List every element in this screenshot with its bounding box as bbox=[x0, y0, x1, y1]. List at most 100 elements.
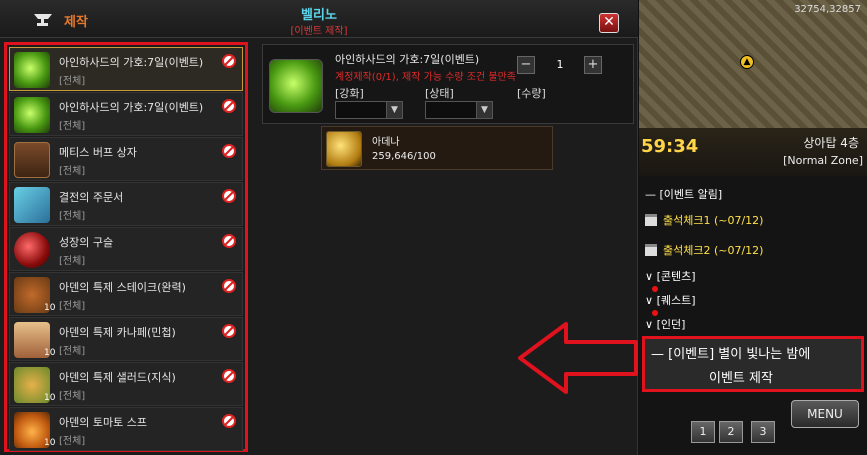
enhance-label: [강화] bbox=[335, 87, 364, 100]
detail-item-name: 아인하사드의 가호:7일(이벤트) bbox=[335, 53, 480, 66]
zone-name: 상아탑 4층 bbox=[803, 136, 859, 150]
list-item[interactable]: 성장의 구슬 [전체] bbox=[9, 227, 243, 271]
section-content[interactable]: ∨ [콘텐츠] bbox=[645, 268, 696, 284]
player-marker-icon: ▲ bbox=[740, 55, 754, 69]
minimap-coords: 32754,32857 bbox=[794, 4, 861, 15]
event-banner-title: — [이벤트] 별이 빛나는 밤에 bbox=[651, 347, 811, 362]
event-item-label: 출석체크2 (~07/12) bbox=[663, 244, 764, 257]
page-button-2[interactable]: 2 bbox=[719, 421, 743, 443]
list-item[interactable]: 아인하사드의 가호:7일(이벤트) [전체] bbox=[9, 47, 243, 91]
item-count: 10 bbox=[44, 348, 56, 358]
gold-coins-icon bbox=[326, 131, 362, 167]
item-name: 아덴의 특제 카나페(민첩) bbox=[59, 326, 176, 339]
section-label: [콘텐츠] bbox=[656, 270, 696, 283]
list-item[interactable]: 메티스 버프 상자 [전체] bbox=[9, 137, 243, 181]
zone-info: 59:34 상아탑 4층 [Normal Zone] bbox=[639, 128, 867, 176]
calendar-icon bbox=[645, 214, 657, 226]
item-count: 10 bbox=[44, 303, 56, 313]
calendar-icon bbox=[645, 244, 657, 256]
game-hud: 32754,32857 ▲ 59:34 상아탑 4층 [Normal Zone]… bbox=[639, 0, 867, 455]
item-name: 아인하사드의 가호:7일(이벤트) bbox=[59, 56, 204, 69]
qty-label: [수량] bbox=[517, 87, 546, 100]
item-category: [전체] bbox=[59, 121, 86, 132]
event-item[interactable]: 출석체크1 (~07/12) bbox=[645, 212, 763, 228]
item-name: 아덴의 특제 샐러드(지식) bbox=[59, 371, 176, 384]
material-row: 아데나 259,646/100 bbox=[321, 126, 553, 170]
no-trade-icon bbox=[222, 144, 236, 158]
title-bar: 제작 벨리노 [이벤트 제작] ✕ bbox=[0, 0, 638, 38]
section-label: [퀘스트] bbox=[656, 294, 696, 307]
green-gem-icon bbox=[14, 52, 50, 88]
chevron-down-icon: ▼ bbox=[476, 102, 492, 118]
list-item[interactable]: 10 아덴의 토마토 스프 [전체] bbox=[9, 407, 243, 451]
item-count: 10 bbox=[44, 393, 56, 403]
item-list: 아인하사드의 가호:7일(이벤트) [전체] 아인하사드의 가호:7일(이벤트)… bbox=[4, 42, 248, 452]
state-label: [상태] bbox=[425, 87, 454, 100]
page-button-3[interactable]: 3 bbox=[751, 421, 775, 443]
no-trade-icon bbox=[222, 324, 236, 338]
minimap[interactable]: 32754,32857 ▲ bbox=[639, 0, 867, 128]
enhance-select[interactable]: ▼ bbox=[335, 101, 403, 119]
item-count: 10 bbox=[44, 438, 56, 448]
no-trade-icon bbox=[222, 99, 236, 113]
item-category: [전체] bbox=[59, 211, 86, 222]
material-amount: 259,646/100 bbox=[372, 151, 436, 162]
item-category: [전체] bbox=[59, 436, 86, 447]
list-item[interactable]: 결전의 주문서 [전체] bbox=[9, 182, 243, 226]
event-alert-header[interactable]: — [이벤트 알림] bbox=[645, 186, 722, 202]
section-quest[interactable]: ∨ [퀘스트] bbox=[645, 292, 696, 308]
item-name: 아인하사드의 가호:7일(이벤트) bbox=[59, 101, 204, 114]
close-button[interactable]: ✕ bbox=[599, 13, 619, 33]
item-name: 메티스 버프 상자 bbox=[59, 146, 137, 159]
qty-plus-button[interactable]: + bbox=[584, 56, 602, 74]
event-banner-subtitle: 이벤트 제작 bbox=[709, 371, 773, 386]
list-item[interactable]: 아인하사드의 가호:7일(이벤트) [전체] bbox=[9, 92, 243, 136]
orb-icon bbox=[14, 232, 50, 268]
event-item[interactable]: 출석체크2 (~07/12) bbox=[645, 242, 763, 258]
material-name: 아데나 bbox=[372, 137, 400, 148]
event-banner[interactable]: — [이벤트] 별이 빛나는 밤에 이벤트 제작 bbox=[642, 336, 864, 392]
event-banner-title-text: [이벤트] 별이 빛나는 밤에 bbox=[668, 347, 811, 362]
item-category: [전체] bbox=[59, 256, 86, 267]
chest-icon bbox=[14, 142, 50, 178]
no-trade-icon bbox=[222, 189, 236, 203]
no-trade-icon bbox=[222, 54, 236, 68]
section-dungeon[interactable]: ∨ [인던] bbox=[645, 316, 685, 332]
item-name: 결전의 주문서 bbox=[59, 191, 124, 204]
red-arrow-annotation bbox=[518, 322, 638, 394]
npc-name: 벨리노 bbox=[301, 8, 337, 23]
item-category: [전체] bbox=[59, 166, 86, 177]
page-button-1[interactable]: 1 bbox=[691, 421, 715, 443]
no-trade-icon bbox=[222, 234, 236, 248]
green-gem-icon bbox=[14, 97, 50, 133]
qty-value[interactable]: 1 bbox=[540, 56, 580, 74]
npc-subtitle: [이벤트 제작] bbox=[290, 26, 348, 37]
chevron-down-icon: ▼ bbox=[386, 102, 402, 118]
no-trade-icon bbox=[222, 279, 236, 293]
zone-mode: [Normal Zone] bbox=[783, 154, 863, 167]
qty-minus-button[interactable]: − bbox=[517, 56, 535, 74]
item-category: [전체] bbox=[59, 76, 86, 87]
scroll-icon bbox=[14, 187, 50, 223]
item-category: [전체] bbox=[59, 301, 86, 312]
item-category: [전체] bbox=[59, 391, 86, 402]
item-name: 아덴의 토마토 스프 bbox=[59, 416, 147, 429]
no-trade-icon bbox=[222, 414, 236, 428]
no-trade-icon bbox=[222, 369, 236, 383]
event-alert-label: [이벤트 알림] bbox=[659, 188, 723, 201]
quest-tracker: — [이벤트 알림] 출석체크1 (~07/12) 출석체크2 (~07/12)… bbox=[639, 180, 867, 340]
green-gem-icon bbox=[269, 59, 323, 113]
craft-warning: 계정제작(0/1), 제작 가능 수량 조건 불만족 bbox=[335, 72, 516, 83]
craft-window: 제작 벨리노 [이벤트 제작] ✕ 아인하사드의 가호:7일(이벤트) [전체]… bbox=[0, 0, 638, 455]
list-item[interactable]: 10 아덴의 특제 카나페(민첩) [전체] bbox=[9, 317, 243, 361]
state-select[interactable]: ▼ bbox=[425, 101, 493, 119]
item-category: [전체] bbox=[59, 346, 86, 357]
list-item[interactable]: 10 아덴의 특제 스테이크(완력) [전체] bbox=[9, 272, 243, 316]
item-name: 성장의 구슬 bbox=[59, 236, 114, 249]
menu-button[interactable]: MENU bbox=[791, 400, 859, 428]
zone-timer: 59:34 bbox=[641, 136, 699, 157]
event-item-label: 출석체크1 (~07/12) bbox=[663, 214, 764, 227]
list-item[interactable]: 10 아덴의 특제 샐러드(지식) [전체] bbox=[9, 362, 243, 406]
section-label: [인던] bbox=[656, 318, 686, 331]
item-name: 아덴의 특제 스테이크(완력) bbox=[59, 281, 186, 294]
